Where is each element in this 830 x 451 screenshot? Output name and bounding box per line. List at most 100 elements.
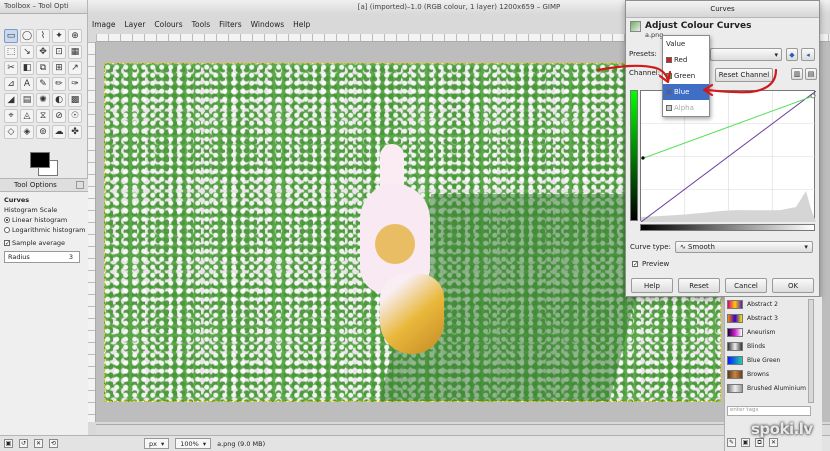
tool-button[interactable]: ◢ <box>4 93 18 107</box>
add-preset-button[interactable]: ◆ <box>786 48 798 61</box>
channel-swatch-icon <box>666 89 672 95</box>
tool-button[interactable]: ▤ <box>20 93 34 107</box>
channel-option-label: Green <box>674 72 696 80</box>
reset-channel-button[interactable]: Reset Channel <box>715 68 773 82</box>
edit-icon[interactable]: ✎ <box>727 438 736 447</box>
curve-point[interactable] <box>641 156 645 160</box>
tool-button[interactable]: ⧉ <box>36 61 50 75</box>
presets-select[interactable]: ▾ <box>710 48 782 61</box>
channel-swatch-icon <box>666 57 672 63</box>
help-button[interactable]: Help <box>631 278 673 293</box>
tool-button[interactable]: ⊡ <box>52 45 66 59</box>
foreground-color[interactable] <box>30 152 50 168</box>
menu-layer[interactable]: Layer <box>125 20 146 29</box>
tool-button[interactable]: ✥ <box>36 45 50 59</box>
tool-button[interactable]: A <box>20 77 34 91</box>
menu-colours[interactable]: Colours <box>154 20 182 29</box>
reset-options-icon[interactable]: ⟲ <box>49 439 58 448</box>
menu-tools[interactable]: Tools <box>192 20 210 29</box>
image-thumbnail <box>630 21 641 32</box>
tool-button[interactable]: ✺ <box>36 93 50 107</box>
curve-point[interactable] <box>810 93 816 99</box>
sample-average-label: Sample average <box>12 239 66 247</box>
logarithmic-histogram-radio[interactable]: Logarithmic histogram <box>0 225 88 235</box>
unit-select[interactable]: px ▾ <box>144 438 170 449</box>
curve-type-select[interactable]: ∿ Smooth ▾ <box>674 241 813 253</box>
tool-button[interactable]: ☉ <box>68 109 82 123</box>
preset-menu-button[interactable]: ◂ <box>801 48 815 61</box>
delete-options-icon[interactable]: ✕ <box>34 439 43 448</box>
tool-button[interactable]: ⌖ <box>4 109 18 123</box>
radius-spinner[interactable]: Radius 3 <box>4 251 80 263</box>
zoom-select[interactable]: 100% ▾ <box>175 438 212 449</box>
vertical-scrollbar[interactable] <box>808 299 814 403</box>
checkbox-checked-icon: ✓ <box>632 261 639 268</box>
radio-icon <box>4 217 10 223</box>
tool-button[interactable]: ⬚ <box>4 45 18 59</box>
channel-option-red[interactable]: Red <box>663 52 709 68</box>
tool-button[interactable]: ◯ <box>20 29 34 43</box>
log-histogram-icon[interactable]: ▤ <box>805 68 817 80</box>
reset-button[interactable]: Reset <box>678 278 720 293</box>
tool-button[interactable]: ✂ <box>4 61 18 75</box>
save-options-icon[interactable]: ▣ <box>4 439 13 448</box>
tool-button[interactable]: ✦ <box>52 29 66 43</box>
ok-button[interactable]: OK <box>772 278 814 293</box>
cancel-button[interactable]: Cancel <box>725 278 767 293</box>
curves-subtitle: a.png- <box>645 31 666 39</box>
tool-button[interactable]: ◈ <box>20 125 34 139</box>
curves-heading: Adjust Colour Curves <box>645 21 752 31</box>
tool-button[interactable]: ⊚ <box>36 125 50 139</box>
tool-button[interactable]: ▦ <box>68 45 82 59</box>
duplicate-icon[interactable]: ⧉ <box>755 438 764 447</box>
tool-button[interactable]: ◇ <box>4 125 18 139</box>
tab-tool-options-label: Tool Options <box>14 181 57 189</box>
horizontal-scrollbar[interactable] <box>96 424 830 435</box>
tool-button[interactable]: ✏ <box>52 77 66 91</box>
tool-button[interactable]: ⧖ <box>36 109 50 123</box>
channel-option-green[interactable]: Green <box>663 68 709 84</box>
tool-button[interactable]: ↘ <box>20 45 34 59</box>
channel-option-alpha: Alpha <box>663 100 709 116</box>
tool-grid: ▭ ◯ ⌇ ✦ ⊕ ⬚ ↘ ✥ ⊡ ▦ ✂ ◧ ⧉ ⊞ ↗ ⊿ A ✎ ✏ ✑ ◢ ▤ ✺ ◐ ▩ ⌖ ◬ ⧖ ⊘ ☉ ◇ ◈ ⊚ ☁ ✤ <box>0 14 87 139</box>
tool-button[interactable]: ⊿ <box>4 77 18 91</box>
tool-button[interactable]: ✎ <box>36 77 50 91</box>
toolbox-panel: Toolbox – Tool Opti ▭ ◯ ⌇ ✦ ⊕ ⬚ ↘ ✥ ⊡ ▦ ✂ ◧ ⧉ ⊞ ↗ ⊿ A ✎ ✏ ✑… <box>0 0 88 451</box>
vertical-ruler[interactable] <box>88 42 96 422</box>
channel-option-value[interactable]: Value <box>663 36 709 52</box>
curve-type-label: Curve type: <box>630 243 671 251</box>
tool-button[interactable]: ◐ <box>52 93 66 107</box>
restore-options-icon[interactable]: ↺ <box>19 439 28 448</box>
tool-button[interactable]: ⌇ <box>36 29 50 43</box>
sample-average-checkbox[interactable]: ✓ Sample average <box>0 238 88 248</box>
tool-button[interactable]: ⊕ <box>68 29 82 43</box>
tool-button[interactable]: ◬ <box>20 109 34 123</box>
tab-menu-icon[interactable] <box>76 181 84 189</box>
tool-button[interactable]: ✤ <box>68 125 82 139</box>
tab-tool-options[interactable]: Tool Options <box>0 179 88 192</box>
preview-checkbox[interactable]: ✓ Preview <box>632 260 669 268</box>
linear-histogram-icon[interactable]: ▥ <box>791 68 803 80</box>
delete-icon[interactable]: ✕ <box>769 438 778 447</box>
menu-windows[interactable]: Windows <box>251 20 284 29</box>
new-icon[interactable]: ▣ <box>741 438 750 447</box>
curves-window-title: Curves <box>626 1 819 18</box>
channel-option-label: Red <box>674 56 688 64</box>
menu-filters[interactable]: Filters <box>219 20 241 29</box>
tool-button[interactable]: ✑ <box>68 77 82 91</box>
tool-button[interactable]: ⊘ <box>52 109 66 123</box>
tool-button[interactable]: ▩ <box>68 93 82 107</box>
chevron-down-icon: ▾ <box>774 50 778 59</box>
menu-image[interactable]: Image <box>92 20 116 29</box>
menu-help[interactable]: Help <box>293 20 310 29</box>
tool-button[interactable]: ◧ <box>20 61 34 75</box>
tool-button[interactable]: ↗ <box>68 61 82 75</box>
channel-option-blue[interactable]: Blue <box>663 84 709 100</box>
channel-swatch-icon <box>666 105 672 111</box>
tool-button[interactable]: ☁ <box>52 125 66 139</box>
tag-input[interactable]: enter tags <box>727 406 811 416</box>
tool-button[interactable]: ▭ <box>4 29 18 43</box>
tool-button[interactable]: ⊞ <box>52 61 66 75</box>
linear-histogram-radio[interactable]: Linear histogram <box>0 215 88 225</box>
channel-option-label: Alpha <box>674 104 694 112</box>
